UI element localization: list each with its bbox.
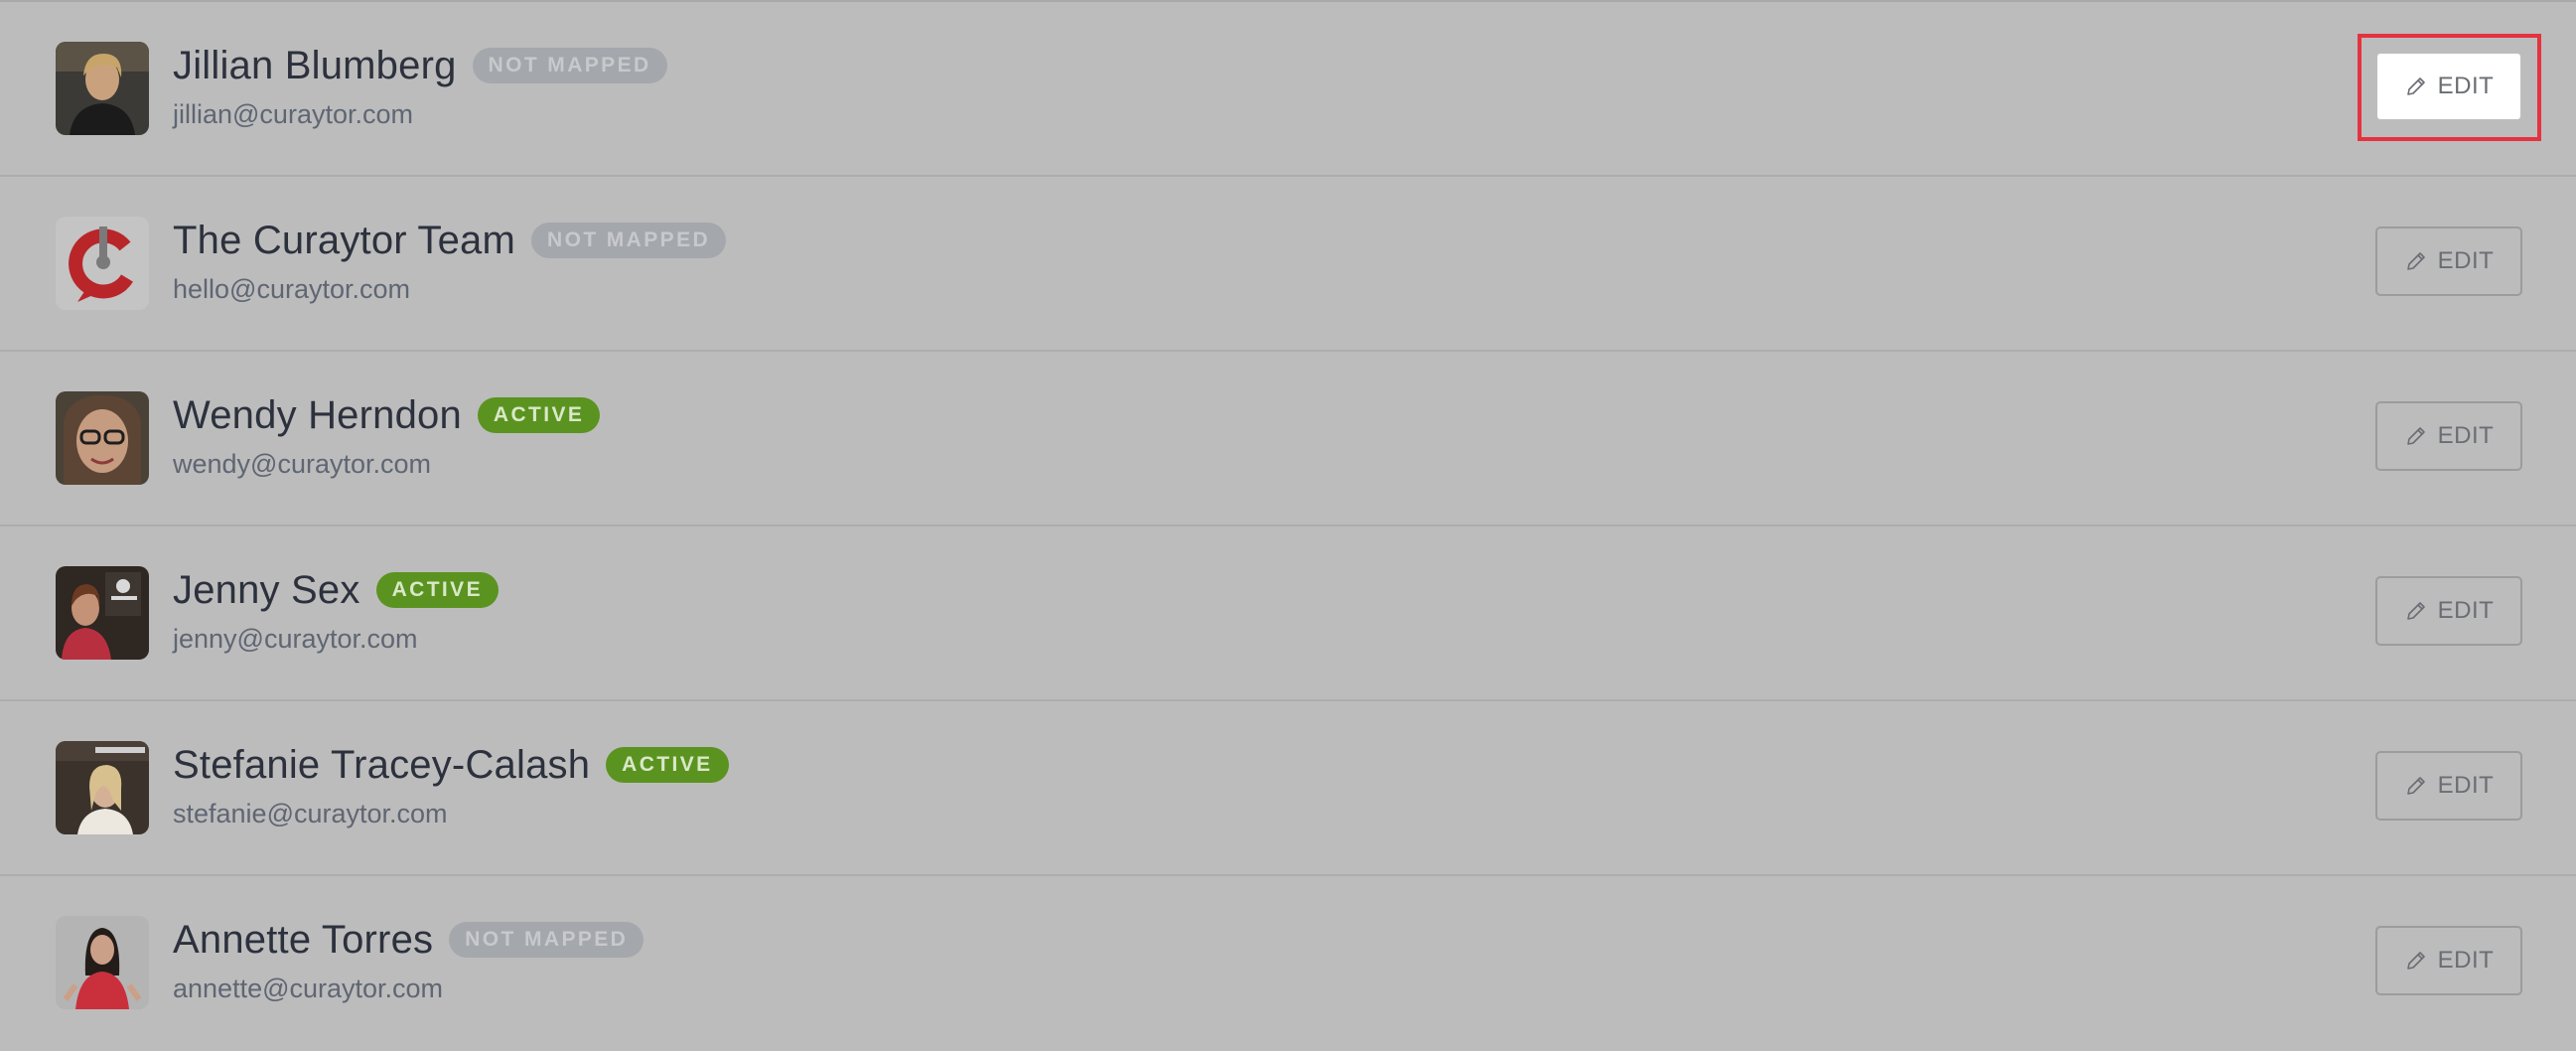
user-row-jillian: Jillian Blumberg NOT MAPPED jillian@cura… (0, 2, 2576, 177)
name-line: Stefanie Tracey-Calash ACTIVE (173, 739, 729, 791)
name-line: Jenny Sex ACTIVE (173, 564, 499, 616)
edit-button[interactable]: EDIT (2375, 52, 2522, 121)
avatar (56, 391, 149, 485)
avatar (56, 566, 149, 660)
edit-button[interactable]: EDIT (2375, 401, 2522, 471)
user-name: Stefanie Tracey-Calash (173, 742, 591, 787)
user-email: jenny@curaytor.com (173, 624, 418, 654)
user-row-wendy: Wendy Herndon ACTIVE wendy@curaytor.com … (0, 352, 2576, 526)
status-badge: ACTIVE (375, 572, 499, 608)
pencil-icon (2404, 949, 2428, 973)
user-email: hello@curaytor.com (173, 274, 411, 304)
edit-button[interactable]: EDIT (2375, 751, 2522, 821)
user-row-jenny: Jenny Sex ACTIVE jenny@curaytor.com EDIT (0, 526, 2576, 701)
edit-button-label: EDIT (2437, 947, 2495, 974)
user-name: Jillian Blumberg (173, 43, 457, 87)
edit-button[interactable]: EDIT (2375, 576, 2522, 646)
user-name: Wendy Herndon (173, 392, 462, 437)
avatar (56, 741, 149, 834)
user-list: Jillian Blumberg NOT MAPPED jillian@cura… (0, 0, 2576, 1037)
name-line: Wendy Herndon ACTIVE (173, 389, 601, 441)
user-email: jillian@curaytor.com (173, 99, 413, 129)
user-photo (56, 42, 149, 135)
user-email: stefanie@curaytor.com (173, 799, 448, 828)
status-badge: NOT MAPPED (472, 48, 667, 83)
user-name: The Curaytor Team (173, 218, 516, 262)
edit-button-label: EDIT (2437, 73, 2495, 99)
status-badge: NOT MAPPED (531, 223, 727, 258)
edit-button-label: EDIT (2437, 422, 2495, 449)
name-line: Jillian Blumberg NOT MAPPED (173, 40, 667, 91)
avatar (56, 42, 149, 135)
user-photo (56, 741, 149, 834)
status-badge: ACTIVE (606, 747, 729, 783)
pencil-icon (2404, 424, 2428, 448)
curaytor-logo-icon (56, 217, 149, 310)
status-badge: NOT MAPPED (449, 922, 644, 958)
user-photo (56, 916, 149, 1009)
avatar (56, 217, 149, 310)
user-row-curaytor-team: The Curaytor Team NOT MAPPED hello@curay… (0, 177, 2576, 352)
pencil-icon (2404, 249, 2428, 273)
pencil-icon (2404, 599, 2428, 623)
edit-button[interactable]: EDIT (2375, 926, 2522, 995)
user-name: Jenny Sex (173, 567, 360, 612)
user-photo (56, 391, 149, 485)
edit-button-label: EDIT (2437, 597, 2495, 624)
edit-button-label: EDIT (2437, 772, 2495, 799)
user-row-stefanie: Stefanie Tracey-Calash ACTIVE stefanie@c… (0, 701, 2576, 876)
avatar (56, 916, 149, 1009)
name-line: The Curaytor Team NOT MAPPED (173, 215, 727, 266)
pencil-icon (2404, 774, 2428, 798)
status-badge: ACTIVE (477, 397, 601, 433)
name-line: Annette Torres NOT MAPPED (173, 914, 644, 966)
user-email: annette@curaytor.com (173, 974, 444, 1003)
edit-button[interactable]: EDIT (2375, 226, 2522, 296)
pencil-icon (2404, 75, 2428, 98)
user-name: Annette Torres (173, 917, 434, 962)
user-photo (56, 566, 149, 660)
edit-button-label: EDIT (2437, 247, 2495, 274)
user-email: wendy@curaytor.com (173, 449, 432, 479)
user-row-annette: Annette Torres NOT MAPPED annette@curayt… (0, 876, 2576, 1051)
